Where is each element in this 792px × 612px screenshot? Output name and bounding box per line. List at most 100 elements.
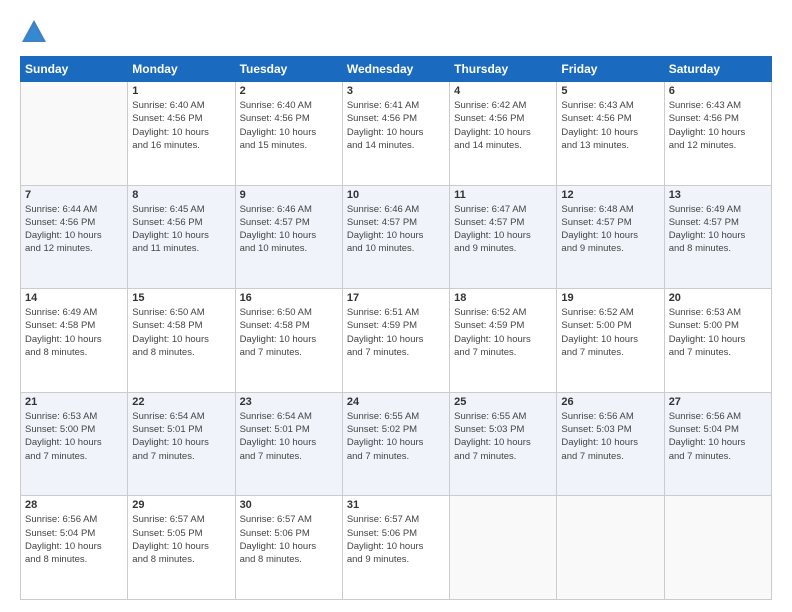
logo-icon <box>20 18 48 46</box>
calendar-cell: 26 Sunrise: 6:56 AM Sunset: 5:03 PM Dayli… <box>557 392 664 496</box>
calendar-cell: 19 Sunrise: 6:52 AM Sunset: 5:00 PM Dayli… <box>557 289 664 393</box>
day-info: Sunrise: 6:54 AM Sunset: 5:01 PM Dayligh… <box>132 410 230 463</box>
day-info: Sunrise: 6:56 AM Sunset: 5:04 PM Dayligh… <box>25 513 123 566</box>
calendar-cell: 10 Sunrise: 6:46 AM Sunset: 4:57 PM Dayli… <box>342 185 449 289</box>
weekday-header-saturday: Saturday <box>664 57 771 82</box>
day-info: Sunrise: 6:46 AM Sunset: 4:57 PM Dayligh… <box>240 203 338 256</box>
day-info: Sunrise: 6:49 AM Sunset: 4:57 PM Dayligh… <box>669 203 767 256</box>
day-number: 12 <box>561 189 659 201</box>
day-number: 11 <box>454 189 552 201</box>
day-number: 8 <box>132 189 230 201</box>
calendar-cell: 1 Sunrise: 6:40 AM Sunset: 4:56 PM Daylig… <box>128 82 235 186</box>
day-info: Sunrise: 6:49 AM Sunset: 4:58 PM Dayligh… <box>25 306 123 359</box>
day-info: Sunrise: 6:55 AM Sunset: 5:03 PM Dayligh… <box>454 410 552 463</box>
day-number: 7 <box>25 189 123 201</box>
calendar-cell: 15 Sunrise: 6:50 AM Sunset: 4:58 PM Dayli… <box>128 289 235 393</box>
calendar-cell: 16Sunrise: 6:50 AM Sunset: 4:58 PM Dayli… <box>235 289 342 393</box>
calendar-cell: 13 Sunrise: 6:49 AM Sunset: 4:57 PM Dayli… <box>664 185 771 289</box>
day-number: 1 <box>132 85 230 97</box>
day-number: 22 <box>132 396 230 408</box>
calendar-cell: 7Sunrise: 6:44 AM Sunset: 4:56 PM Daylig… <box>21 185 128 289</box>
day-info: Sunrise: 6:52 AM Sunset: 5:00 PM Dayligh… <box>561 306 659 359</box>
day-info: Sunrise: 6:43 AM Sunset: 4:56 PM Dayligh… <box>561 99 659 152</box>
day-number: 26 <box>561 396 659 408</box>
calendar-table: SundayMondayTuesdayWednesdayThursdayFrid… <box>20 56 772 600</box>
calendar-cell: 18 Sunrise: 6:52 AM Sunset: 4:59 PM Dayli… <box>450 289 557 393</box>
day-info: Sunrise: 6:56 AM Sunset: 5:03 PM Dayligh… <box>561 410 659 463</box>
calendar-cell: 8 Sunrise: 6:45 AM Sunset: 4:56 PM Daylig… <box>128 185 235 289</box>
day-info: Sunrise: 6:57 AM Sunset: 5:05 PM Dayligh… <box>132 513 230 566</box>
calendar-cell: 30 Sunrise: 6:57 AM Sunset: 5:06 PM Dayli… <box>235 496 342 600</box>
calendar-cell: 4 Sunrise: 6:42 AM Sunset: 4:56 PM Daylig… <box>450 82 557 186</box>
day-number: 10 <box>347 189 445 201</box>
day-number: 2 <box>240 85 338 97</box>
calendar-cell: 23Sunrise: 6:54 AM Sunset: 5:01 PM Dayli… <box>235 392 342 496</box>
calendar-cell: 3 Sunrise: 6:41 AM Sunset: 4:56 PM Daylig… <box>342 82 449 186</box>
day-number: 16 <box>240 292 338 304</box>
calendar-cell: 2 Sunrise: 6:40 AM Sunset: 4:56 PM Daylig… <box>235 82 342 186</box>
day-info: Sunrise: 6:57 AM Sunset: 5:06 PM Dayligh… <box>347 513 445 566</box>
calendar-cell: 6Sunrise: 6:43 AM Sunset: 4:56 PM Daylig… <box>664 82 771 186</box>
calendar-row-2: 7Sunrise: 6:44 AM Sunset: 4:56 PM Daylig… <box>21 185 772 289</box>
day-number: 3 <box>347 85 445 97</box>
calendar-cell: 24 Sunrise: 6:55 AM Sunset: 5:02 PM Dayli… <box>342 392 449 496</box>
day-number: 19 <box>561 292 659 304</box>
day-number: 9 <box>240 189 338 201</box>
weekday-header-friday: Friday <box>557 57 664 82</box>
calendar-cell <box>450 496 557 600</box>
day-info: Sunrise: 6:46 AM Sunset: 4:57 PM Dayligh… <box>347 203 445 256</box>
calendar-cell: 20Sunrise: 6:53 AM Sunset: 5:00 PM Dayli… <box>664 289 771 393</box>
day-number: 28 <box>25 499 123 511</box>
day-info: Sunrise: 6:56 AM Sunset: 5:04 PM Dayligh… <box>669 410 767 463</box>
day-info: Sunrise: 6:43 AM Sunset: 4:56 PM Dayligh… <box>669 99 767 152</box>
calendar-cell: 22 Sunrise: 6:54 AM Sunset: 5:01 PM Dayli… <box>128 392 235 496</box>
calendar-cell <box>664 496 771 600</box>
calendar-cell: 25 Sunrise: 6:55 AM Sunset: 5:03 PM Dayli… <box>450 392 557 496</box>
day-info: Sunrise: 6:41 AM Sunset: 4:56 PM Dayligh… <box>347 99 445 152</box>
day-info: Sunrise: 6:55 AM Sunset: 5:02 PM Dayligh… <box>347 410 445 463</box>
day-number: 31 <box>347 499 445 511</box>
day-number: 15 <box>132 292 230 304</box>
calendar-cell: 5Sunrise: 6:43 AM Sunset: 4:56 PM Daylig… <box>557 82 664 186</box>
calendar-cell <box>21 82 128 186</box>
calendar-row-5: 28 Sunrise: 6:56 AM Sunset: 5:04 PM Dayli… <box>21 496 772 600</box>
day-number: 29 <box>132 499 230 511</box>
day-number: 18 <box>454 292 552 304</box>
day-info: Sunrise: 6:50 AM Sunset: 4:58 PM Dayligh… <box>132 306 230 359</box>
day-number: 21 <box>25 396 123 408</box>
day-number: 4 <box>454 85 552 97</box>
day-number: 13 <box>669 189 767 201</box>
day-info: Sunrise: 6:40 AM Sunset: 4:56 PM Dayligh… <box>132 99 230 152</box>
day-number: 24 <box>347 396 445 408</box>
day-number: 14 <box>25 292 123 304</box>
calendar-cell <box>557 496 664 600</box>
day-number: 27 <box>669 396 767 408</box>
day-info: Sunrise: 6:53 AM Sunset: 5:00 PM Dayligh… <box>25 410 123 463</box>
day-info: Sunrise: 6:42 AM Sunset: 4:56 PM Dayligh… <box>454 99 552 152</box>
logo <box>20 18 52 46</box>
day-info: Sunrise: 6:52 AM Sunset: 4:59 PM Dayligh… <box>454 306 552 359</box>
calendar-cell: 17Sunrise: 6:51 AM Sunset: 4:59 PM Dayli… <box>342 289 449 393</box>
calendar-cell: 11 Sunrise: 6:47 AM Sunset: 4:57 PM Dayli… <box>450 185 557 289</box>
day-number: 17 <box>347 292 445 304</box>
calendar-cell: 27 Sunrise: 6:56 AM Sunset: 5:04 PM Dayli… <box>664 392 771 496</box>
weekday-header-tuesday: Tuesday <box>235 57 342 82</box>
day-info: Sunrise: 6:57 AM Sunset: 5:06 PM Dayligh… <box>240 513 338 566</box>
weekday-header-monday: Monday <box>128 57 235 82</box>
calendar-row-4: 21 Sunrise: 6:53 AM Sunset: 5:00 PM Dayli… <box>21 392 772 496</box>
calendar-cell: 9 Sunrise: 6:46 AM Sunset: 4:57 PM Daylig… <box>235 185 342 289</box>
calendar-cell: 12 Sunrise: 6:48 AM Sunset: 4:57 PM Dayli… <box>557 185 664 289</box>
day-info: Sunrise: 6:47 AM Sunset: 4:57 PM Dayligh… <box>454 203 552 256</box>
day-info: Sunrise: 6:45 AM Sunset: 4:56 PM Dayligh… <box>132 203 230 256</box>
calendar-cell: 14 Sunrise: 6:49 AM Sunset: 4:58 PM Dayli… <box>21 289 128 393</box>
header <box>20 18 772 46</box>
calendar-row-3: 14 Sunrise: 6:49 AM Sunset: 4:58 PM Dayli… <box>21 289 772 393</box>
calendar-cell: 29 Sunrise: 6:57 AM Sunset: 5:05 PM Dayli… <box>128 496 235 600</box>
day-info: Sunrise: 6:48 AM Sunset: 4:57 PM Dayligh… <box>561 203 659 256</box>
day-info: Sunrise: 6:40 AM Sunset: 4:56 PM Dayligh… <box>240 99 338 152</box>
calendar-cell: 28 Sunrise: 6:56 AM Sunset: 5:04 PM Dayli… <box>21 496 128 600</box>
weekday-header-thursday: Thursday <box>450 57 557 82</box>
day-number: 30 <box>240 499 338 511</box>
day-number: 20 <box>669 292 767 304</box>
day-number: 25 <box>454 396 552 408</box>
